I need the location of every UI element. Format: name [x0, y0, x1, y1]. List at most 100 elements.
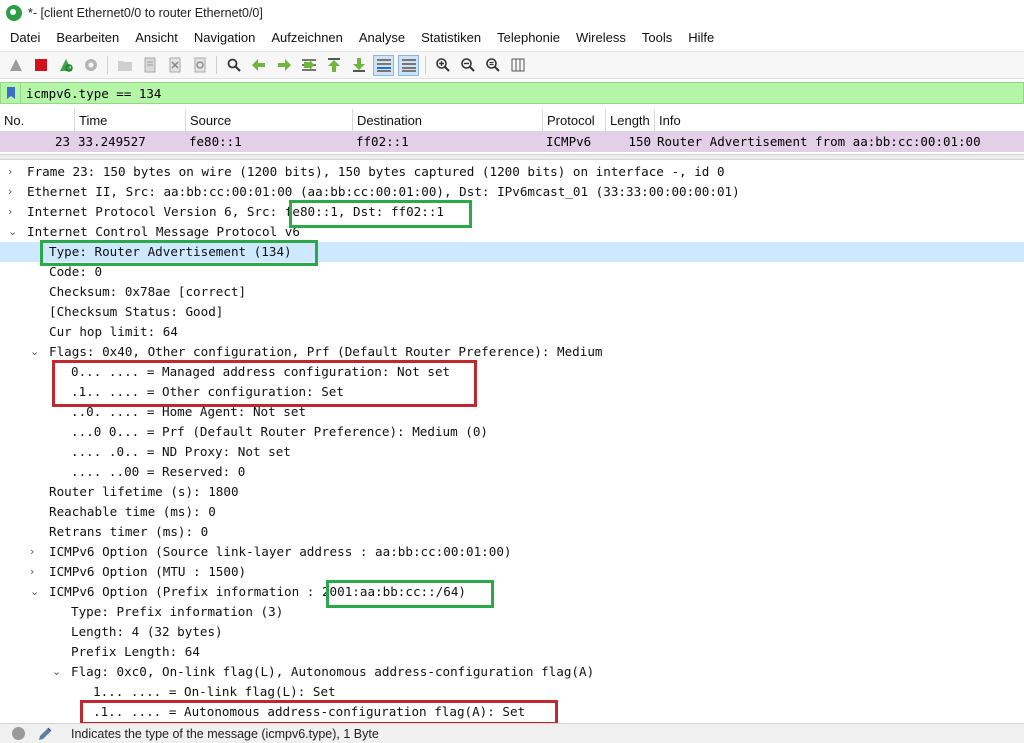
- tree-item-label: ICMPv6 Option (Prefix information : 2001…: [49, 584, 467, 599]
- zoom-in-icon[interactable]: [432, 55, 453, 76]
- column-header-protocol[interactable]: Protocol: [542, 109, 605, 132]
- tree-item-label: Flag: 0xc0, On-link flag(L), Autonomous …: [71, 664, 595, 679]
- capture-options-icon[interactable]: [80, 55, 101, 76]
- tree-item-option-mtu[interactable]: › ICMPv6 Option (MTU : 1500): [0, 562, 1024, 582]
- tree-item-flags[interactable]: ⌄ Flags: 0x40, Other configuration, Prf …: [0, 342, 1024, 362]
- tree-item-nd-proxy[interactable]: .... .0.. = ND Proxy: Not set: [0, 442, 1024, 462]
- colorize-icon[interactable]: [398, 54, 419, 76]
- expert-info-icon[interactable]: [12, 727, 25, 740]
- collapse-arrow-icon[interactable]: ⌄: [52, 662, 64, 682]
- tree-item-prefix-type[interactable]: Type: Prefix information (3): [0, 602, 1024, 622]
- toolbar-separator: [425, 56, 426, 74]
- save-file-icon[interactable]: [139, 55, 160, 76]
- menu-navigation[interactable]: Navigation: [186, 26, 263, 50]
- menu-aufzeichnen[interactable]: Aufzeichnen: [263, 26, 351, 50]
- collapse-arrow-icon[interactable]: ⌄: [30, 342, 42, 362]
- packet-info: Router Advertisement from aa:bb:cc:00:01…: [657, 134, 981, 149]
- menu-analyse[interactable]: Analyse: [351, 26, 413, 50]
- tree-item-prefix-length[interactable]: Prefix Length: 64: [0, 642, 1024, 662]
- tree-item-label: ...0 0... = Prf (Default Router Preferen…: [71, 424, 489, 439]
- menu-bearbeiten[interactable]: Bearbeiten: [48, 26, 127, 50]
- tree-item-cur-hop-limit[interactable]: Cur hop limit: 64: [0, 322, 1024, 342]
- column-header-source[interactable]: Source: [185, 109, 352, 132]
- tree-item-code[interactable]: Code: 0: [0, 262, 1024, 282]
- tree-item-option-prefix[interactable]: ⌄ ICMPv6 Option (Prefix information : 20…: [0, 582, 1024, 602]
- reload-file-icon[interactable]: [189, 55, 210, 76]
- tree-item-label: ICMPv6 Option (Source link-layer address…: [49, 544, 512, 559]
- restart-capture-icon[interactable]: [55, 55, 76, 76]
- tree-item-type[interactable]: Type: Router Advertisement (134): [0, 242, 1024, 262]
- tree-item-onlink-flag[interactable]: 1... .... = On-link flag(L): Set: [0, 682, 1024, 702]
- tree-item-option-sll[interactable]: › ICMPv6 Option (Source link-layer addre…: [0, 542, 1024, 562]
- tree-item-label: .... .0.. = ND Proxy: Not set: [71, 444, 291, 459]
- column-header-time[interactable]: Time: [74, 109, 185, 132]
- start-capture-icon[interactable]: [5, 55, 26, 76]
- pane-splitter[interactable]: [0, 154, 1024, 160]
- tree-item-label: .1.. .... = Autonomous address-configura…: [93, 704, 526, 719]
- tree-item-prefix-length-bytes[interactable]: Length: 4 (32 bytes): [0, 622, 1024, 642]
- tree-item-label: .... ..00 = Reserved: 0: [71, 464, 246, 479]
- expand-arrow-icon[interactable]: ›: [8, 162, 20, 182]
- tree-item-reachable-time[interactable]: Reachable time (ms): 0: [0, 502, 1024, 522]
- tree-item-prefix-flag[interactable]: ⌄ Flag: 0xc0, On-link flag(L), Autonomou…: [0, 662, 1024, 682]
- zoom-reset-icon[interactable]: [482, 55, 503, 76]
- column-header-no[interactable]: No.: [0, 109, 74, 132]
- tree-item-frame[interactable]: › Frame 23: 150 bytes on wire (1200 bits…: [0, 162, 1024, 182]
- go-back-icon[interactable]: [248, 55, 269, 76]
- last-packet-icon[interactable]: [348, 55, 369, 76]
- menu-telephonie[interactable]: Telephonie: [489, 26, 568, 50]
- tree-item-prf[interactable]: ...0 0... = Prf (Default Router Preferen…: [0, 422, 1024, 442]
- stop-capture-icon[interactable]: [30, 55, 51, 76]
- tree-item-retrans-timer[interactable]: Retrans timer (ms): 0: [0, 522, 1024, 542]
- tree-item-autonomous-flag[interactable]: .1.. .... = Autonomous address-configura…: [0, 702, 1024, 722]
- tree-item-label: Reachable time (ms): 0: [49, 504, 216, 519]
- go-to-packet-icon[interactable]: [298, 55, 319, 76]
- resize-columns-icon[interactable]: [507, 55, 528, 76]
- menu-statistiken[interactable]: Statistiken: [413, 26, 489, 50]
- tree-item-checksum[interactable]: Checksum: 0x78ae [correct]: [0, 282, 1024, 302]
- column-header-length[interactable]: Length: [605, 109, 654, 132]
- expand-arrow-icon[interactable]: ›: [30, 542, 42, 562]
- tree-item-other-flag[interactable]: .1.. .... = Other configuration: Set: [0, 382, 1024, 402]
- tree-item-ethernet[interactable]: › Ethernet II, Src: aa:bb:cc:00:01:00 (a…: [0, 182, 1024, 202]
- expand-arrow-icon[interactable]: ›: [8, 202, 20, 222]
- display-filter-input[interactable]: icmpv6.type == 134: [26, 86, 161, 101]
- go-forward-icon[interactable]: [273, 55, 294, 76]
- zoom-out-icon[interactable]: [457, 55, 478, 76]
- menu-wireless[interactable]: Wireless: [568, 26, 634, 50]
- packet-list-row[interactable]: 23 33.249527 fe80::1 ff02::1 ICMPv6 150 …: [0, 132, 1024, 152]
- tree-item-icmpv6[interactable]: ⌄ Internet Control Message Protocol v6: [0, 222, 1024, 242]
- menu-tools[interactable]: Tools: [634, 26, 680, 50]
- tree-item-home-agent[interactable]: ..0. .... = Home Agent: Not set: [0, 402, 1024, 422]
- tree-item-router-lifetime[interactable]: Router lifetime (s): 1800: [0, 482, 1024, 502]
- wireshark-fin-icon: [6, 5, 22, 21]
- tree-item-reserved[interactable]: .... ..00 = Reserved: 0: [0, 462, 1024, 482]
- column-header-destination[interactable]: Destination: [352, 109, 542, 132]
- tree-item-label: Cur hop limit: 64: [49, 324, 178, 339]
- collapse-arrow-icon[interactable]: ⌄: [8, 222, 20, 242]
- packet-protocol: ICMPv6: [546, 134, 592, 149]
- menu-hilfe[interactable]: Hilfe: [680, 26, 722, 50]
- filter-bookmark-icon[interactable]: [1, 83, 21, 103]
- title-bar: *- [client Ethernet0/0 to router Etherne…: [0, 0, 1024, 26]
- open-file-icon[interactable]: [114, 55, 135, 76]
- tree-item-label: [Checksum Status: Good]: [49, 304, 224, 319]
- tree-item-label: ICMPv6 Option (MTU : 1500): [49, 564, 247, 579]
- tree-item-label: Router lifetime (s): 1800: [49, 484, 239, 499]
- first-packet-icon[interactable]: [323, 55, 344, 76]
- expand-arrow-icon[interactable]: ›: [8, 182, 20, 202]
- autoscroll-icon[interactable]: [373, 54, 394, 76]
- tree-item-managed-flag[interactable]: 0... .... = Managed address configuratio…: [0, 362, 1024, 382]
- tree-item-label: Retrans timer (ms): 0: [49, 524, 209, 539]
- expand-arrow-icon[interactable]: ›: [30, 562, 42, 582]
- find-packet-icon[interactable]: [223, 55, 244, 76]
- menu-ansicht[interactable]: Ansicht: [127, 26, 186, 50]
- tree-item-ipv6[interactable]: › Internet Protocol Version 6, Src: fe80…: [0, 202, 1024, 222]
- menu-datei[interactable]: Datei: [2, 26, 48, 50]
- status-bar: Indicates the type of the message (icmpv…: [0, 723, 1024, 743]
- edit-comment-icon[interactable]: [37, 726, 53, 742]
- collapse-arrow-icon[interactable]: ⌄: [30, 582, 42, 602]
- tree-item-checksum-status[interactable]: [Checksum Status: Good]: [0, 302, 1024, 322]
- close-file-icon[interactable]: [164, 55, 185, 76]
- column-header-info[interactable]: Info: [654, 109, 1024, 132]
